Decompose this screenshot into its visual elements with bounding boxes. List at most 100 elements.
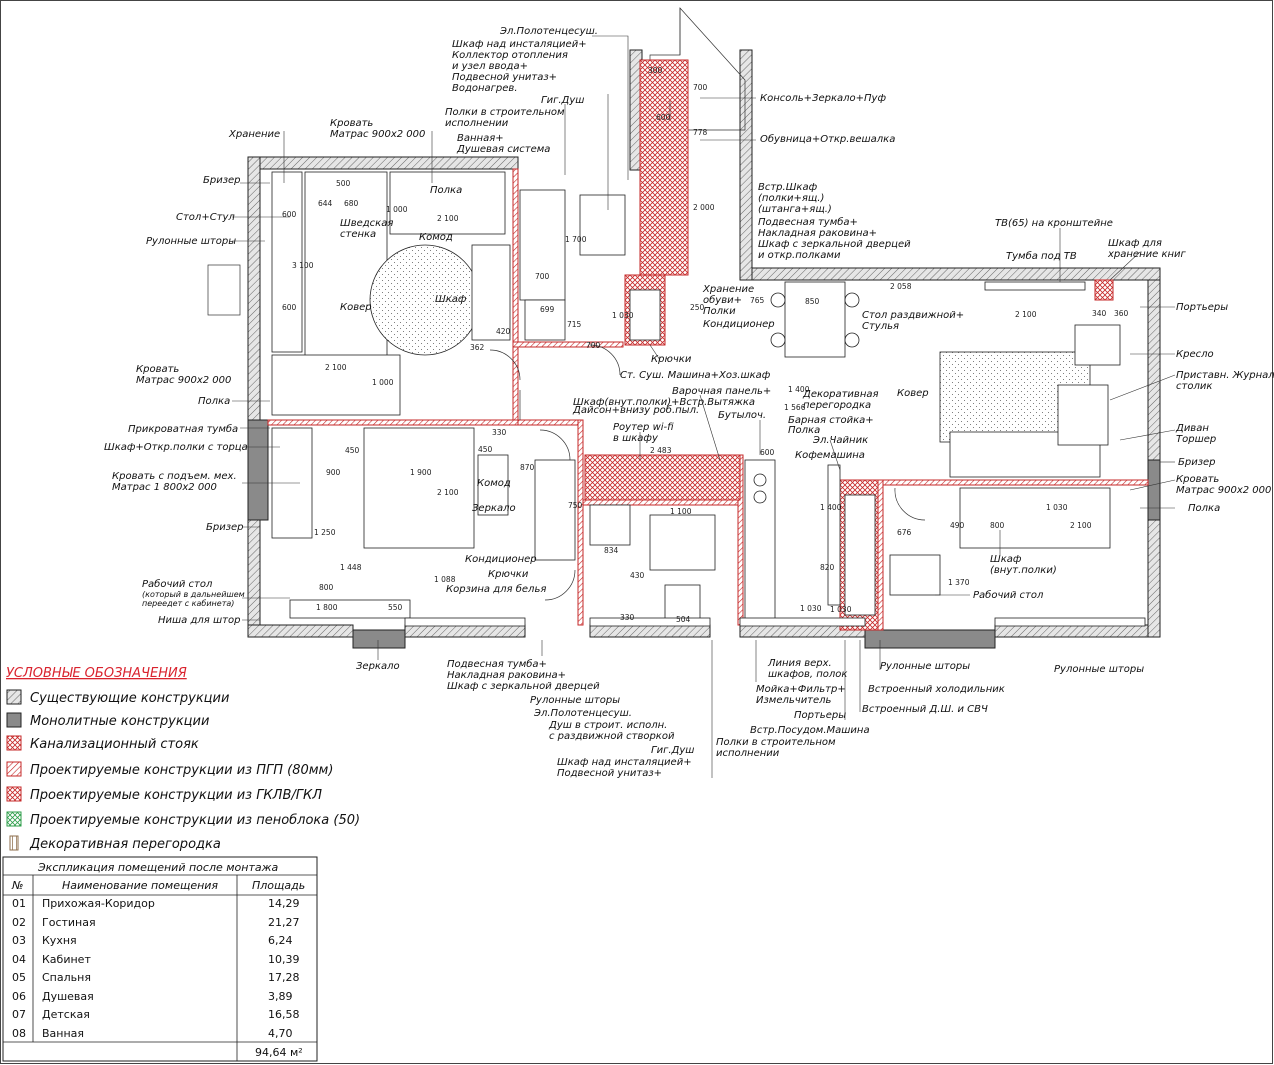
dim-21: 699: [540, 305, 555, 314]
label-bed-top-2: Матрас 900x2 000: [330, 129, 425, 140]
dim-20: 700: [535, 272, 550, 281]
legend-item-monolith: Монолитные конструкции: [30, 714, 209, 729]
dim-23: 1 700: [565, 235, 587, 244]
legend-item-deco: Декоративная перегородка: [29, 837, 221, 852]
dim-24: 1 030: [612, 311, 634, 320]
label-table-1: Стол раздвижной+: [862, 310, 964, 321]
label-kettle: Эл.Чайник: [812, 435, 868, 446]
label-bed-shelf: Кровать: [136, 364, 179, 375]
label-dishwasher: Встр.Посудом.Машина: [750, 725, 870, 736]
label-bed-lift-2: Матрас 1 800x2 000: [112, 482, 217, 493]
label-shelves-top-1: Полки в строительном: [445, 107, 565, 118]
dim-3: 778: [693, 128, 708, 137]
label-wc-bottom-1: Шкаф над инсталяцией+: [557, 757, 692, 768]
label-dw-micro: Встроенный Д.Ш. и СВЧ: [862, 704, 988, 715]
table-row-3-area: 6,24: [268, 934, 293, 947]
label-tv-stand: Тумба под ТВ: [1006, 250, 1077, 262]
label-wardrobe-kids: Шкаф: [435, 294, 467, 305]
label-shoe-storage-2: обуви+: [703, 294, 742, 306]
legend-swatch-deco: [9, 835, 19, 851]
legend-item-riser: Канализационный стояк: [30, 737, 199, 752]
table-row-7-name: Детская: [42, 1008, 90, 1021]
dim-29: 2 100: [325, 363, 347, 372]
label-breather-left-top: Бризер: [203, 175, 241, 186]
table-row-8-area: 4,70: [268, 1027, 293, 1040]
dim-31: 450: [345, 446, 360, 455]
label-mirror-bed: Зеркало: [472, 503, 516, 514]
label-deco-2: перегородка: [803, 400, 871, 411]
label-swedish-1: Шведская: [340, 218, 393, 229]
dim-4: 2 000: [693, 203, 715, 212]
legend-item-gklv: Проектируемые конструкции из ГКЛВ/ГКЛ: [30, 788, 322, 803]
label-roll-blinds-kitchen: Рулонные шторы: [880, 661, 970, 672]
legend-swatch-foam: [6, 811, 22, 827]
label-built-in-4: Подвесная тумба+: [758, 216, 858, 228]
label-shoe-storage-3: Полки: [703, 306, 736, 317]
floor-plan: 300 700 600 778 2 000 765 850 1 400 2 05…: [0, 0, 1274, 1064]
table-row-4-no: 04: [12, 953, 26, 966]
label-router-2: в шкафу: [613, 433, 659, 444]
dim-38: 750: [568, 501, 583, 510]
label-niche: Ниша для штор: [158, 615, 240, 626]
label-towel-top: Эл.Полотенцесуш.: [499, 26, 598, 37]
dim-35: 1 900: [410, 468, 432, 477]
table-row-2-area: 21,27: [268, 916, 300, 929]
dim-62: 1 030: [1046, 503, 1068, 512]
legend-item-pgp: Проектируемые конструкции из ПГП (80мм): [30, 763, 333, 778]
dim-5: 765: [750, 296, 765, 305]
dim-27: 362: [470, 343, 485, 352]
dim-19: 600: [282, 303, 297, 312]
label-wc-bottom-2: Подвесной унитаз+: [557, 768, 662, 779]
label-curtains-kitchen: Портьеры: [794, 710, 846, 721]
label-hooks-bottom: Крючки: [488, 569, 529, 580]
ventilation-box: [207, 264, 241, 316]
legend-swatch-gklv: [6, 786, 22, 802]
rooms-table-header-no: №: [11, 879, 23, 892]
label-towel-bottom: Эл.Полотенцесуш.: [533, 708, 632, 719]
label-shelf-left: Полка: [198, 396, 230, 407]
dim-50: 430: [630, 571, 645, 580]
table-row-8-no: 08: [12, 1027, 26, 1040]
label-breather-left-bottom: Бризер: [206, 522, 244, 533]
label-bookcase-2: хранение книг: [1107, 249, 1187, 260]
dim-45: 330: [620, 613, 635, 622]
dim-61: 676: [897, 528, 912, 537]
table-row-2-name: Гостиная: [42, 916, 96, 929]
dim-41: 800: [319, 583, 334, 592]
label-shower-3: Шкаф с зеркальной дверцей: [447, 681, 600, 692]
table-row-4-name: Кабинет: [42, 953, 91, 966]
label-swedish-2: стенка: [340, 229, 376, 240]
dim-25: 715: [567, 320, 582, 329]
label-bed-top-1: Кровать: [330, 118, 373, 129]
label-side-table-2: столик: [1176, 381, 1212, 392]
dim-1: 700: [693, 83, 708, 92]
label-wc-cabinet-2: Коллектор отопления: [452, 50, 568, 61]
label-shelves-b-2: исполнении: [716, 748, 780, 759]
label-table-2: Стулья: [862, 321, 899, 332]
dim-10: 340: [1092, 309, 1107, 318]
label-shoe-cabinet: Обувница+Откр.вешалка: [760, 133, 895, 145]
rooms-table: Экспликация помещений после монтажа № На…: [2, 856, 318, 1062]
label-ac-bedroom: Кондиционер: [465, 554, 537, 565]
label-dyson: Дайсон+внизу роб.пыл.: [572, 404, 699, 416]
label-bed-right-2: Матрас 900x2 000: [1176, 485, 1271, 496]
dim-39: 1 250: [314, 528, 336, 537]
label-built-in-2: (полки+ящ.): [758, 193, 824, 204]
legend-title: УСЛОВНЫЕ ОБОЗНАЧЕНИЯ: [6, 666, 187, 681]
label-bed-right-1: Кровать: [1176, 474, 1219, 485]
label-shower-5: с раздвижной створкой: [549, 731, 675, 742]
label-built-in-1: Встр.Шкаф: [758, 182, 818, 193]
dim-33: 450: [478, 445, 493, 454]
label-armchair: Кресло: [1176, 349, 1214, 360]
label-wc-cabinet-5: Водонагрев.: [452, 83, 518, 94]
rooms-table-total: 94,64 м²: [255, 1046, 303, 1059]
label-shelves-top-2: исполнении: [445, 118, 509, 129]
table-row-5-no: 05: [12, 971, 26, 984]
dim-53: 820: [820, 563, 835, 572]
label-desk-right: Рабочий стол: [973, 589, 1044, 601]
dim-60: 1 370: [948, 578, 970, 587]
dim-54: 1 030: [830, 605, 852, 614]
table-row-3-name: Кухня: [42, 934, 77, 947]
label-bath-2: Душевая система: [456, 144, 550, 155]
label-side-table-1: Приставн. Журнал.: [1176, 370, 1274, 381]
